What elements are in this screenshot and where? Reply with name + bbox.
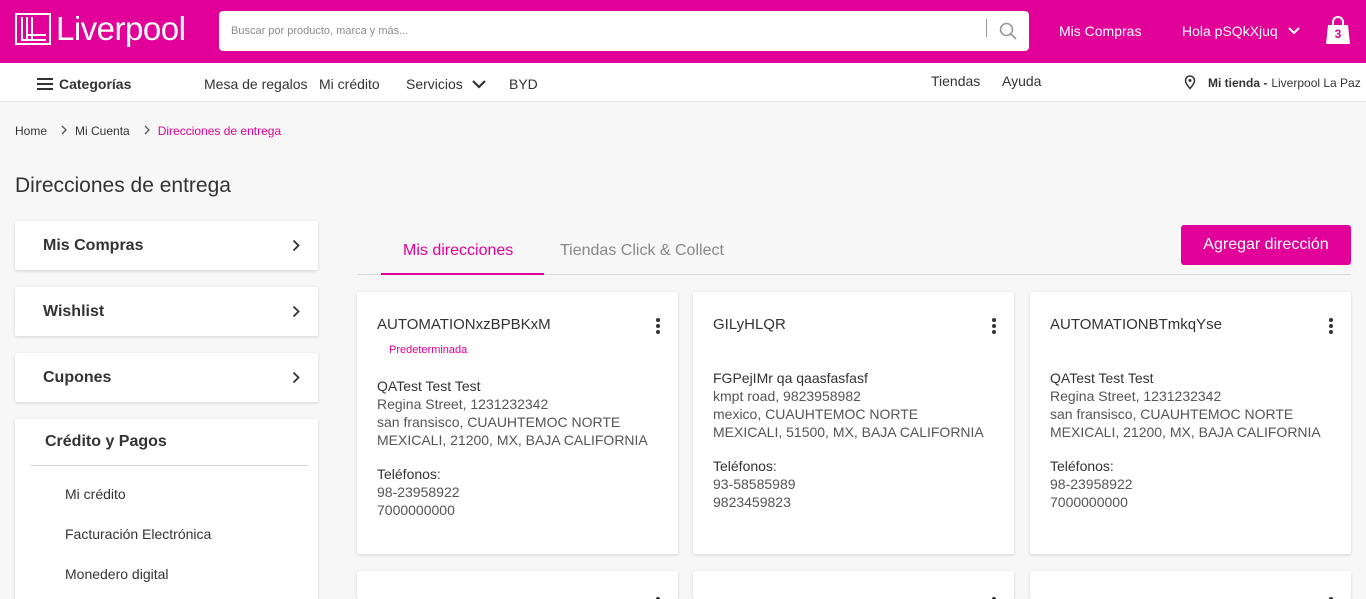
- address-name: GILyHLQR: [713, 316, 786, 333]
- breadcrumb-home[interactable]: Home: [15, 124, 47, 138]
- phone-number: 7000000000: [1050, 494, 1128, 510]
- address-line: MEXICALI, 51500, MX, BAJA CALIFORNIA: [713, 424, 984, 440]
- chevron-right-icon: [292, 239, 300, 252]
- sidebar-item-label: Cupones: [43, 368, 112, 386]
- sidebar-item-cupones[interactable]: Cupones: [15, 353, 318, 402]
- address-card: AUTOMATIONBTmkqYse QATest Test Test Regi…: [1030, 292, 1351, 554]
- cart-button[interactable]: 3: [1325, 16, 1351, 46]
- address-line: san fransisco, CUAUHTEMOC NORTE: [377, 414, 621, 430]
- address-line: MEXICALI, 21200, MX, BAJA CALIFORNIA: [1050, 424, 1321, 440]
- nav-tiendas[interactable]: Tiendas: [931, 73, 980, 89]
- address-card: [1030, 571, 1351, 599]
- liverpool-logo[interactable]: Liverpool: [15, 10, 186, 47]
- address-card: AUTOMATIONxzBPBKxM Predeterminada QATest…: [357, 292, 678, 554]
- chevron-down-icon: [472, 80, 486, 89]
- tab-mis-direcciones[interactable]: Mis direcciones: [403, 242, 513, 260]
- address-name: AUTOMATIONBTmkqYse: [1050, 316, 1222, 333]
- breadcrumb-current: Direcciones de entrega: [157, 124, 282, 138]
- address-line: kmpt road, 9823958982: [713, 388, 861, 404]
- phone-number: 93-58585989: [713, 476, 796, 492]
- sidebar-item-monedero[interactable]: Monedero digital: [15, 554, 318, 594]
- default-badge: Predeterminada: [389, 344, 468, 356]
- mis-compras-link[interactable]: Mis Compras: [1059, 23, 1141, 39]
- nav-byd[interactable]: BYD: [509, 76, 538, 92]
- address-name: AUTOMATIONxzBPBKxM: [377, 316, 551, 333]
- account-menu[interactable]: Hola pSQkXjuq: [1182, 23, 1301, 39]
- search-box: [219, 11, 1029, 51]
- breadcrumb: Home Mi Cuenta Direcciones de entrega: [15, 124, 281, 138]
- address-card: [693, 571, 1014, 599]
- phone-number: 98-23958922: [1050, 476, 1133, 492]
- search-input[interactable]: [219, 11, 979, 51]
- search-icon: [999, 22, 1017, 40]
- chevron-right-icon: [292, 305, 300, 318]
- sidebar-item-mi-credito[interactable]: Mi crédito: [15, 474, 318, 514]
- breadcrumb-mi-cuenta[interactable]: Mi Cuenta: [75, 124, 130, 138]
- categories-menu[interactable]: Categorías: [37, 76, 131, 92]
- nav-ayuda[interactable]: Ayuda: [1002, 73, 1041, 89]
- location-pin-icon: [1184, 75, 1196, 90]
- address-person: QATest Test Test: [1050, 370, 1154, 386]
- store-label: Mi tienda -: [1208, 75, 1268, 90]
- more-options-icon[interactable]: [990, 318, 998, 336]
- phone-number: 98-23958922: [377, 484, 460, 500]
- address-line: san fransisco, CUAUHTEMOC NORTE: [1050, 406, 1294, 422]
- tab-click-collect[interactable]: Tiendas Click & Collect: [560, 242, 724, 260]
- categories-label: Categorías: [59, 76, 132, 92]
- chevron-down-icon: [1288, 27, 1300, 35]
- address-details: QATest Test Test Regina Street, 12312323…: [1050, 369, 1321, 511]
- sidebar-item-facturacion[interactable]: Facturación Electrónica: [15, 514, 318, 554]
- address-card: GILyHLQR FGPejIMr qa qaasfasfasf kmpt ro…: [693, 292, 1014, 554]
- address-line: Regina Street, 1231232342: [1050, 388, 1222, 404]
- address-person: QATest Test Test: [377, 378, 481, 394]
- chevron-right-icon: [61, 124, 67, 138]
- greeting-text: Hola pSQkXjuq: [1182, 23, 1278, 39]
- search-divider: [986, 19, 987, 37]
- nav-mi-credito[interactable]: Mi crédito: [319, 76, 380, 92]
- chevron-right-icon: [144, 124, 150, 138]
- address-card: [357, 571, 678, 599]
- sidebar-item-wishlist[interactable]: Wishlist: [15, 287, 318, 336]
- chevron-right-icon: [292, 371, 300, 384]
- address-line: mexico, CUAUHTEMOC NORTE: [713, 406, 919, 422]
- secondary-nav: Categorías Mesa de regalos Mi crédito Se…: [0, 63, 1366, 102]
- search-button[interactable]: [994, 18, 1022, 44]
- phones-label: Teléfonos:: [377, 466, 441, 482]
- liverpool-logo-icon: [15, 13, 51, 45]
- sidebar-credit-section: Crédito y Pagos Mi crédito Facturación E…: [15, 419, 318, 599]
- cart-count: 3: [1334, 27, 1342, 41]
- phone-number: 7000000000: [377, 502, 455, 518]
- page-title: Direcciones de entrega: [15, 174, 231, 197]
- my-store-selector[interactable]: Mi tienda - Liverpool La Paz: [1184, 75, 1361, 90]
- divider: [30, 465, 308, 466]
- hamburger-icon: [37, 78, 53, 90]
- credit-section-title: Crédito y Pagos: [45, 433, 167, 450]
- nav-servicios[interactable]: Servicios: [406, 76, 487, 92]
- address-details: FGPejIMr qa qaasfasfasf kmpt road, 98239…: [713, 369, 984, 511]
- sidebar-item-label: Mis Compras: [43, 236, 144, 254]
- more-options-icon[interactable]: [1327, 318, 1335, 336]
- more-options-icon[interactable]: [654, 318, 662, 336]
- add-address-button[interactable]: Agregar dirección: [1181, 225, 1351, 265]
- brand-name: Liverpool: [56, 10, 186, 47]
- phone-number: 9823459823: [713, 494, 791, 510]
- address-line: MEXICALI, 21200, MX, BAJA CALIFORNIA: [377, 432, 648, 448]
- address-person: FGPejIMr qa qaasfasfasf: [713, 370, 868, 386]
- address-line: Regina Street, 1231232342: [377, 396, 549, 412]
- store-name: Liverpool La Paz: [1271, 75, 1361, 90]
- servicios-label: Servicios: [406, 76, 463, 92]
- active-tab-indicator: [381, 273, 544, 275]
- phones-label: Teléfonos:: [713, 458, 777, 474]
- address-details: QATest Test Test Regina Street, 12312323…: [377, 377, 648, 519]
- sidebar-item-mis-compras[interactable]: Mis Compras: [15, 221, 318, 270]
- nav-mesa-de-regalos[interactable]: Mesa de regalos: [204, 76, 308, 92]
- top-header: Liverpool Mis Compras Hola pSQkXjuq 3: [0, 0, 1366, 63]
- phones-label: Teléfonos:: [1050, 458, 1114, 474]
- sidebar-item-label: Wishlist: [43, 302, 105, 320]
